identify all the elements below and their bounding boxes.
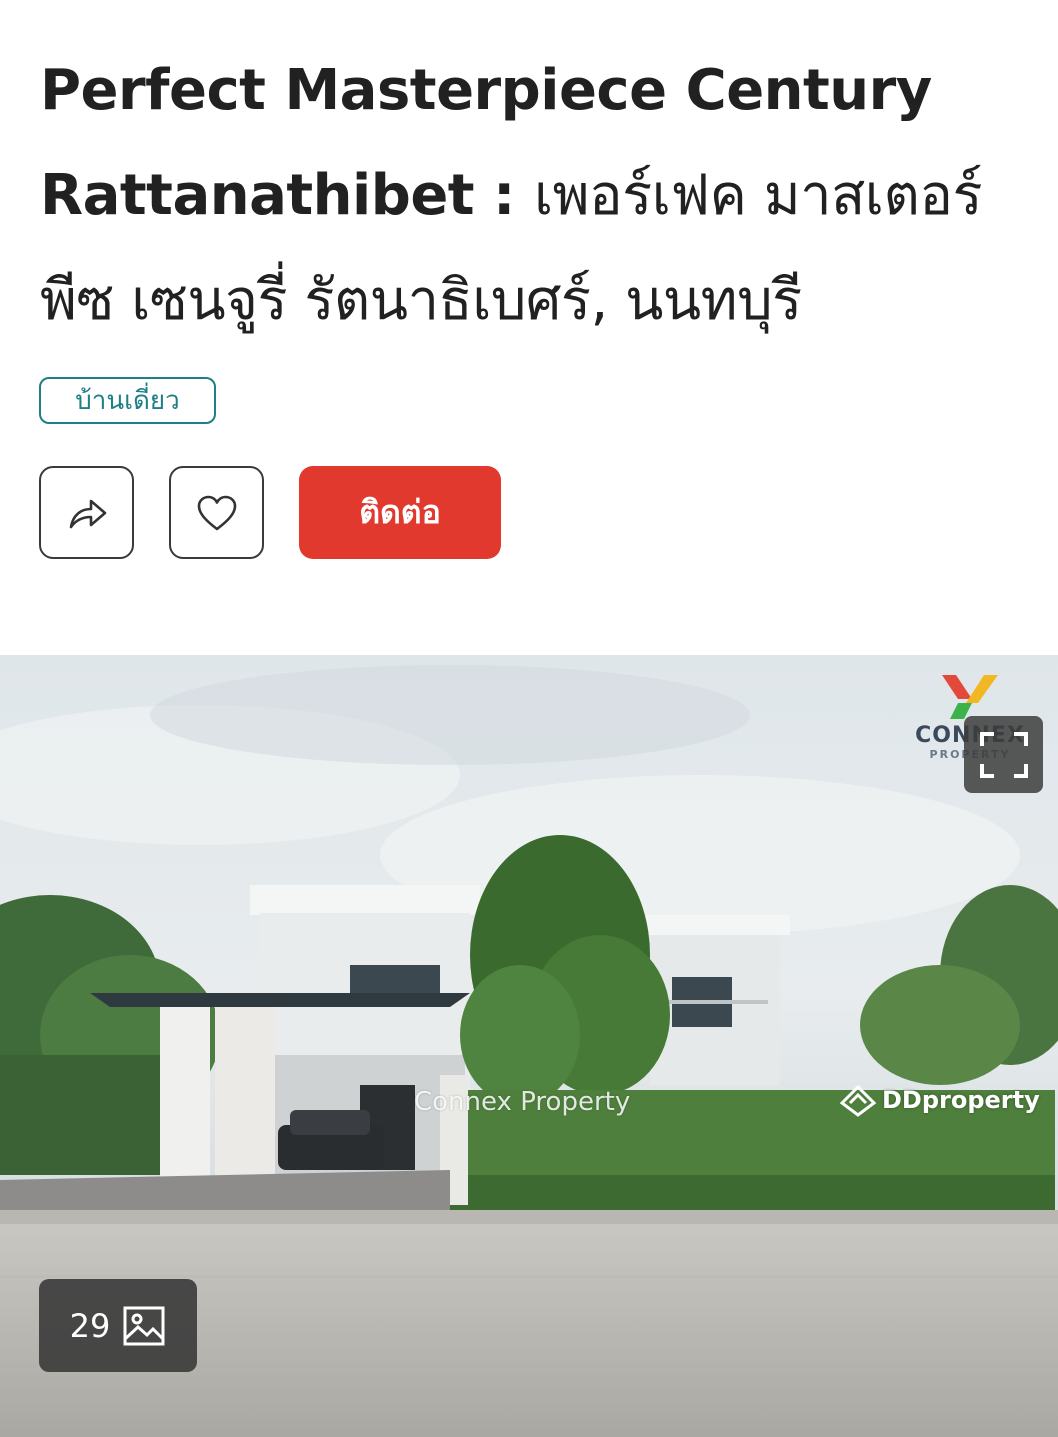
photo-count-button[interactable]: 29 [39,1279,197,1372]
share-icon [69,499,106,528]
page-title: Perfect Masterpiece Century Rattanathibe… [40,38,1030,353]
favorite-button[interactable] [169,466,264,559]
ddproperty-logo-icon [839,1084,877,1117]
watermark-ddproperty: DDproperty [838,1083,1040,1117]
ddproperty-text: DDproperty [882,1086,1040,1114]
listing-photo[interactable]: CONNEX PROPERTY Connex Property DDproper… [0,655,1058,1437]
fullscreen-button[interactable] [964,716,1043,793]
contact-button[interactable]: ติดต่อ [299,466,501,559]
photo-count-value: 29 [69,1306,111,1345]
watermark-connex: Connex Property [414,1087,631,1117]
property-type-badge: บ้านเดี่ยว [39,377,216,424]
connex-logo-mark [942,675,998,719]
heart-icon [197,495,236,530]
image-icon [123,1306,165,1345]
share-button[interactable] [39,466,134,559]
fullscreen-icon [979,731,1028,778]
